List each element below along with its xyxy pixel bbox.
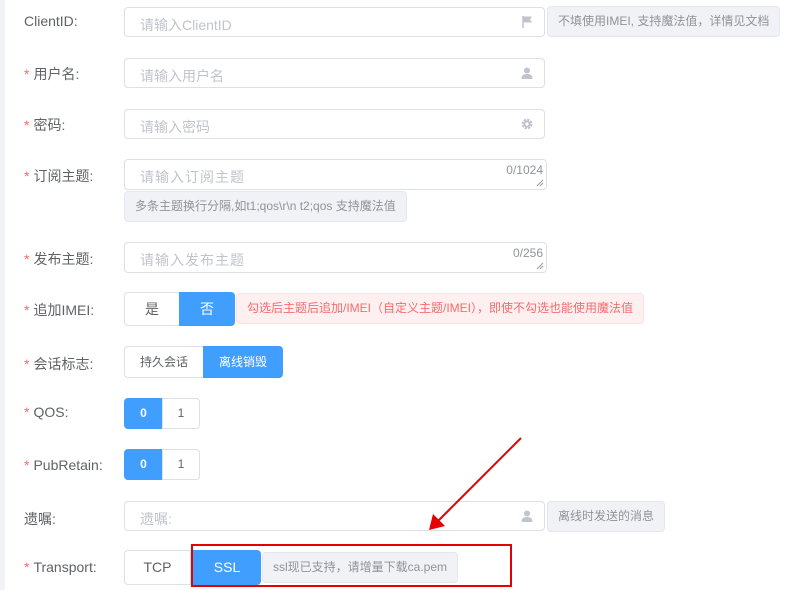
- transport-label: * Transport:: [24, 559, 97, 575]
- publish-textarea[interactable]: 请输入发布主题 0/256: [124, 242, 547, 273]
- password-label: * 密码:: [24, 117, 66, 133]
- session-offline-destroy-button[interactable]: 离线销毁: [203, 346, 283, 378]
- will-placeholder: 遗嘱:: [140, 511, 172, 527]
- user-icon: [521, 67, 533, 79]
- qos-1-button[interactable]: 1: [162, 398, 200, 429]
- pub-retain-0-button[interactable]: 0: [124, 449, 163, 480]
- subscribe-char-counter: 0/1024: [506, 163, 543, 177]
- page-left-border: [0, 0, 5, 590]
- append-imei-yes-button[interactable]: 是: [124, 292, 180, 326]
- username-placeholder: 请输入用户名: [140, 68, 224, 84]
- transport-tcp-button[interactable]: TCP: [124, 550, 191, 585]
- qos-label: * QOS:: [24, 404, 69, 420]
- will-input[interactable]: 遗嘱:: [124, 501, 545, 531]
- qos-0-button[interactable]: 0: [124, 398, 163, 429]
- will-label: 遗嘱:: [24, 511, 56, 527]
- resize-grip-icon[interactable]: [536, 179, 544, 187]
- clientid-label: ClientID:: [24, 13, 78, 29]
- publish-label: * 发布主题:: [24, 251, 94, 267]
- clientid-input[interactable]: 请输入ClientID: [124, 7, 545, 37]
- annotation-highlight-box: [191, 544, 512, 587]
- session-persistent-button[interactable]: 持久会话: [124, 346, 204, 378]
- pub-retain-label: * PubRetain:: [24, 457, 103, 473]
- flag-icon: [522, 16, 532, 28]
- clientid-placeholder: 请输入ClientID: [140, 17, 232, 33]
- append-imei-tip: 勾选后主题后追加/IMEI（自定义主题/IMEI），即使不勾选也能使用魔法值: [236, 293, 645, 324]
- append-imei-no-button[interactable]: 否: [179, 292, 235, 326]
- resize-grip-icon[interactable]: [536, 262, 544, 270]
- username-input[interactable]: 请输入用户名: [124, 58, 545, 88]
- subscribe-placeholder: 请输入订阅主题: [140, 169, 245, 185]
- username-label: * 用户名:: [24, 66, 80, 82]
- subscribe-label: * 订阅主题:: [24, 168, 94, 184]
- session-label: * 会话标志:: [24, 356, 94, 372]
- gear-icon: [521, 118, 533, 130]
- clientid-tip: 不填使用IMEI, 支持魔法值，详情见文档: [547, 6, 781, 37]
- password-placeholder: 请输入密码: [140, 119, 210, 135]
- append-imei-label: * 追加IMEI:: [24, 302, 95, 318]
- publish-placeholder: 请输入发布主题: [140, 252, 245, 268]
- subscribe-textarea[interactable]: 请输入订阅主题 0/1024: [124, 159, 547, 190]
- user-icon: [521, 510, 533, 522]
- publish-char-counter: 0/256: [512, 246, 543, 260]
- will-tip: 离线时发送的消息: [547, 501, 666, 532]
- pub-retain-1-button[interactable]: 1: [162, 449, 200, 480]
- subscribe-tip: 多条主题换行分隔,如t1;qos\r\n t2;qos 支持魔法值: [124, 191, 407, 222]
- password-input[interactable]: 请输入密码: [124, 109, 545, 139]
